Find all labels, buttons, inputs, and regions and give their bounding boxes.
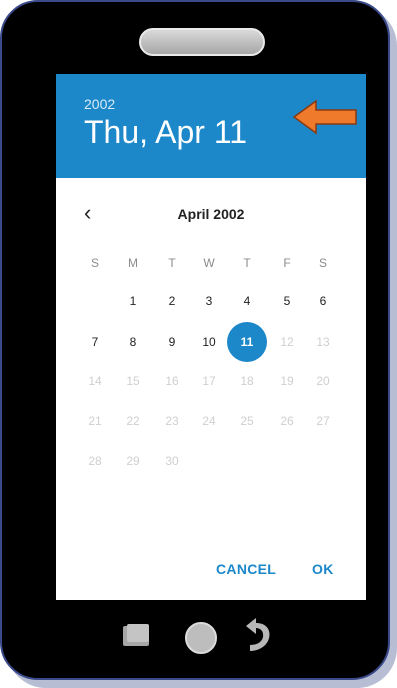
day-cell[interactable]: 5 — [272, 290, 302, 312]
weekday-label: T — [168, 256, 176, 270]
day-cell[interactable]: 4 — [232, 290, 262, 312]
arrow-left-icon — [292, 99, 357, 135]
day-cell[interactable]: 7 — [80, 331, 110, 353]
day-cell[interactable]: 10 — [194, 331, 224, 353]
day-cell[interactable]: 2 — [157, 290, 187, 312]
weekday-label: S — [318, 256, 327, 270]
day-cell: 27 — [316, 414, 330, 428]
day-cell: 22 — [126, 414, 140, 428]
day-cell: 12 — [280, 335, 294, 349]
weekday-label: M — [128, 256, 138, 270]
weekday-label: S — [90, 256, 99, 270]
day-cell: 28 — [88, 454, 102, 468]
date-picker-dialog: 2002 Thu, Apr 11 ‹ April 2002 SMTWTFS 12… — [56, 74, 366, 600]
weekday-label: T — [243, 256, 251, 270]
day-cell: 16 — [165, 374, 179, 388]
home-icon[interactable] — [182, 619, 220, 657]
phone-frame: 2002 Thu, Apr 11 ‹ April 2002 SMTWTFS 12… — [0, 0, 390, 680]
month-label: April 2002 — [177, 206, 245, 222]
day-cell[interactable]: 9 — [157, 331, 187, 353]
day-cell: 13 — [316, 335, 330, 349]
day-cell[interactable]: 1 — [118, 290, 148, 312]
year-label[interactable]: 2002 — [84, 96, 115, 112]
day-cell: 19 — [280, 374, 294, 388]
day-cell: 26 — [280, 414, 294, 428]
selected-date-label[interactable]: Thu, Apr 11 — [84, 114, 247, 151]
day-cell: 24 — [202, 414, 216, 428]
speaker-grille — [139, 28, 265, 56]
day-cell: 18 — [240, 374, 254, 388]
day-cell[interactable]: 3 — [194, 290, 224, 312]
recent-apps-icon[interactable] — [121, 622, 153, 648]
cancel-button[interactable]: CANCEL — [216, 561, 276, 577]
day-cell[interactable]: 8 — [118, 331, 148, 353]
day-cell: 23 — [165, 414, 179, 428]
back-icon[interactable] — [240, 616, 278, 656]
dialog-header: 2002 Thu, Apr 11 — [56, 74, 366, 178]
day-cell: 21 — [88, 414, 102, 428]
day-cell: 15 — [126, 374, 140, 388]
day-cell-selected[interactable]: 11 — [232, 331, 262, 353]
day-cell: 14 — [88, 374, 102, 388]
day-cell: 29 — [126, 454, 140, 468]
day-cell: 20 — [316, 374, 330, 388]
day-cell: 25 — [240, 414, 254, 428]
day-cell[interactable]: 6 — [308, 290, 338, 312]
day-cell: 30 — [165, 454, 179, 468]
day-cell: 17 — [202, 374, 216, 388]
ok-button[interactable]: OK — [312, 561, 334, 577]
weekday-label: F — [283, 256, 291, 270]
weekday-label: W — [203, 256, 215, 270]
